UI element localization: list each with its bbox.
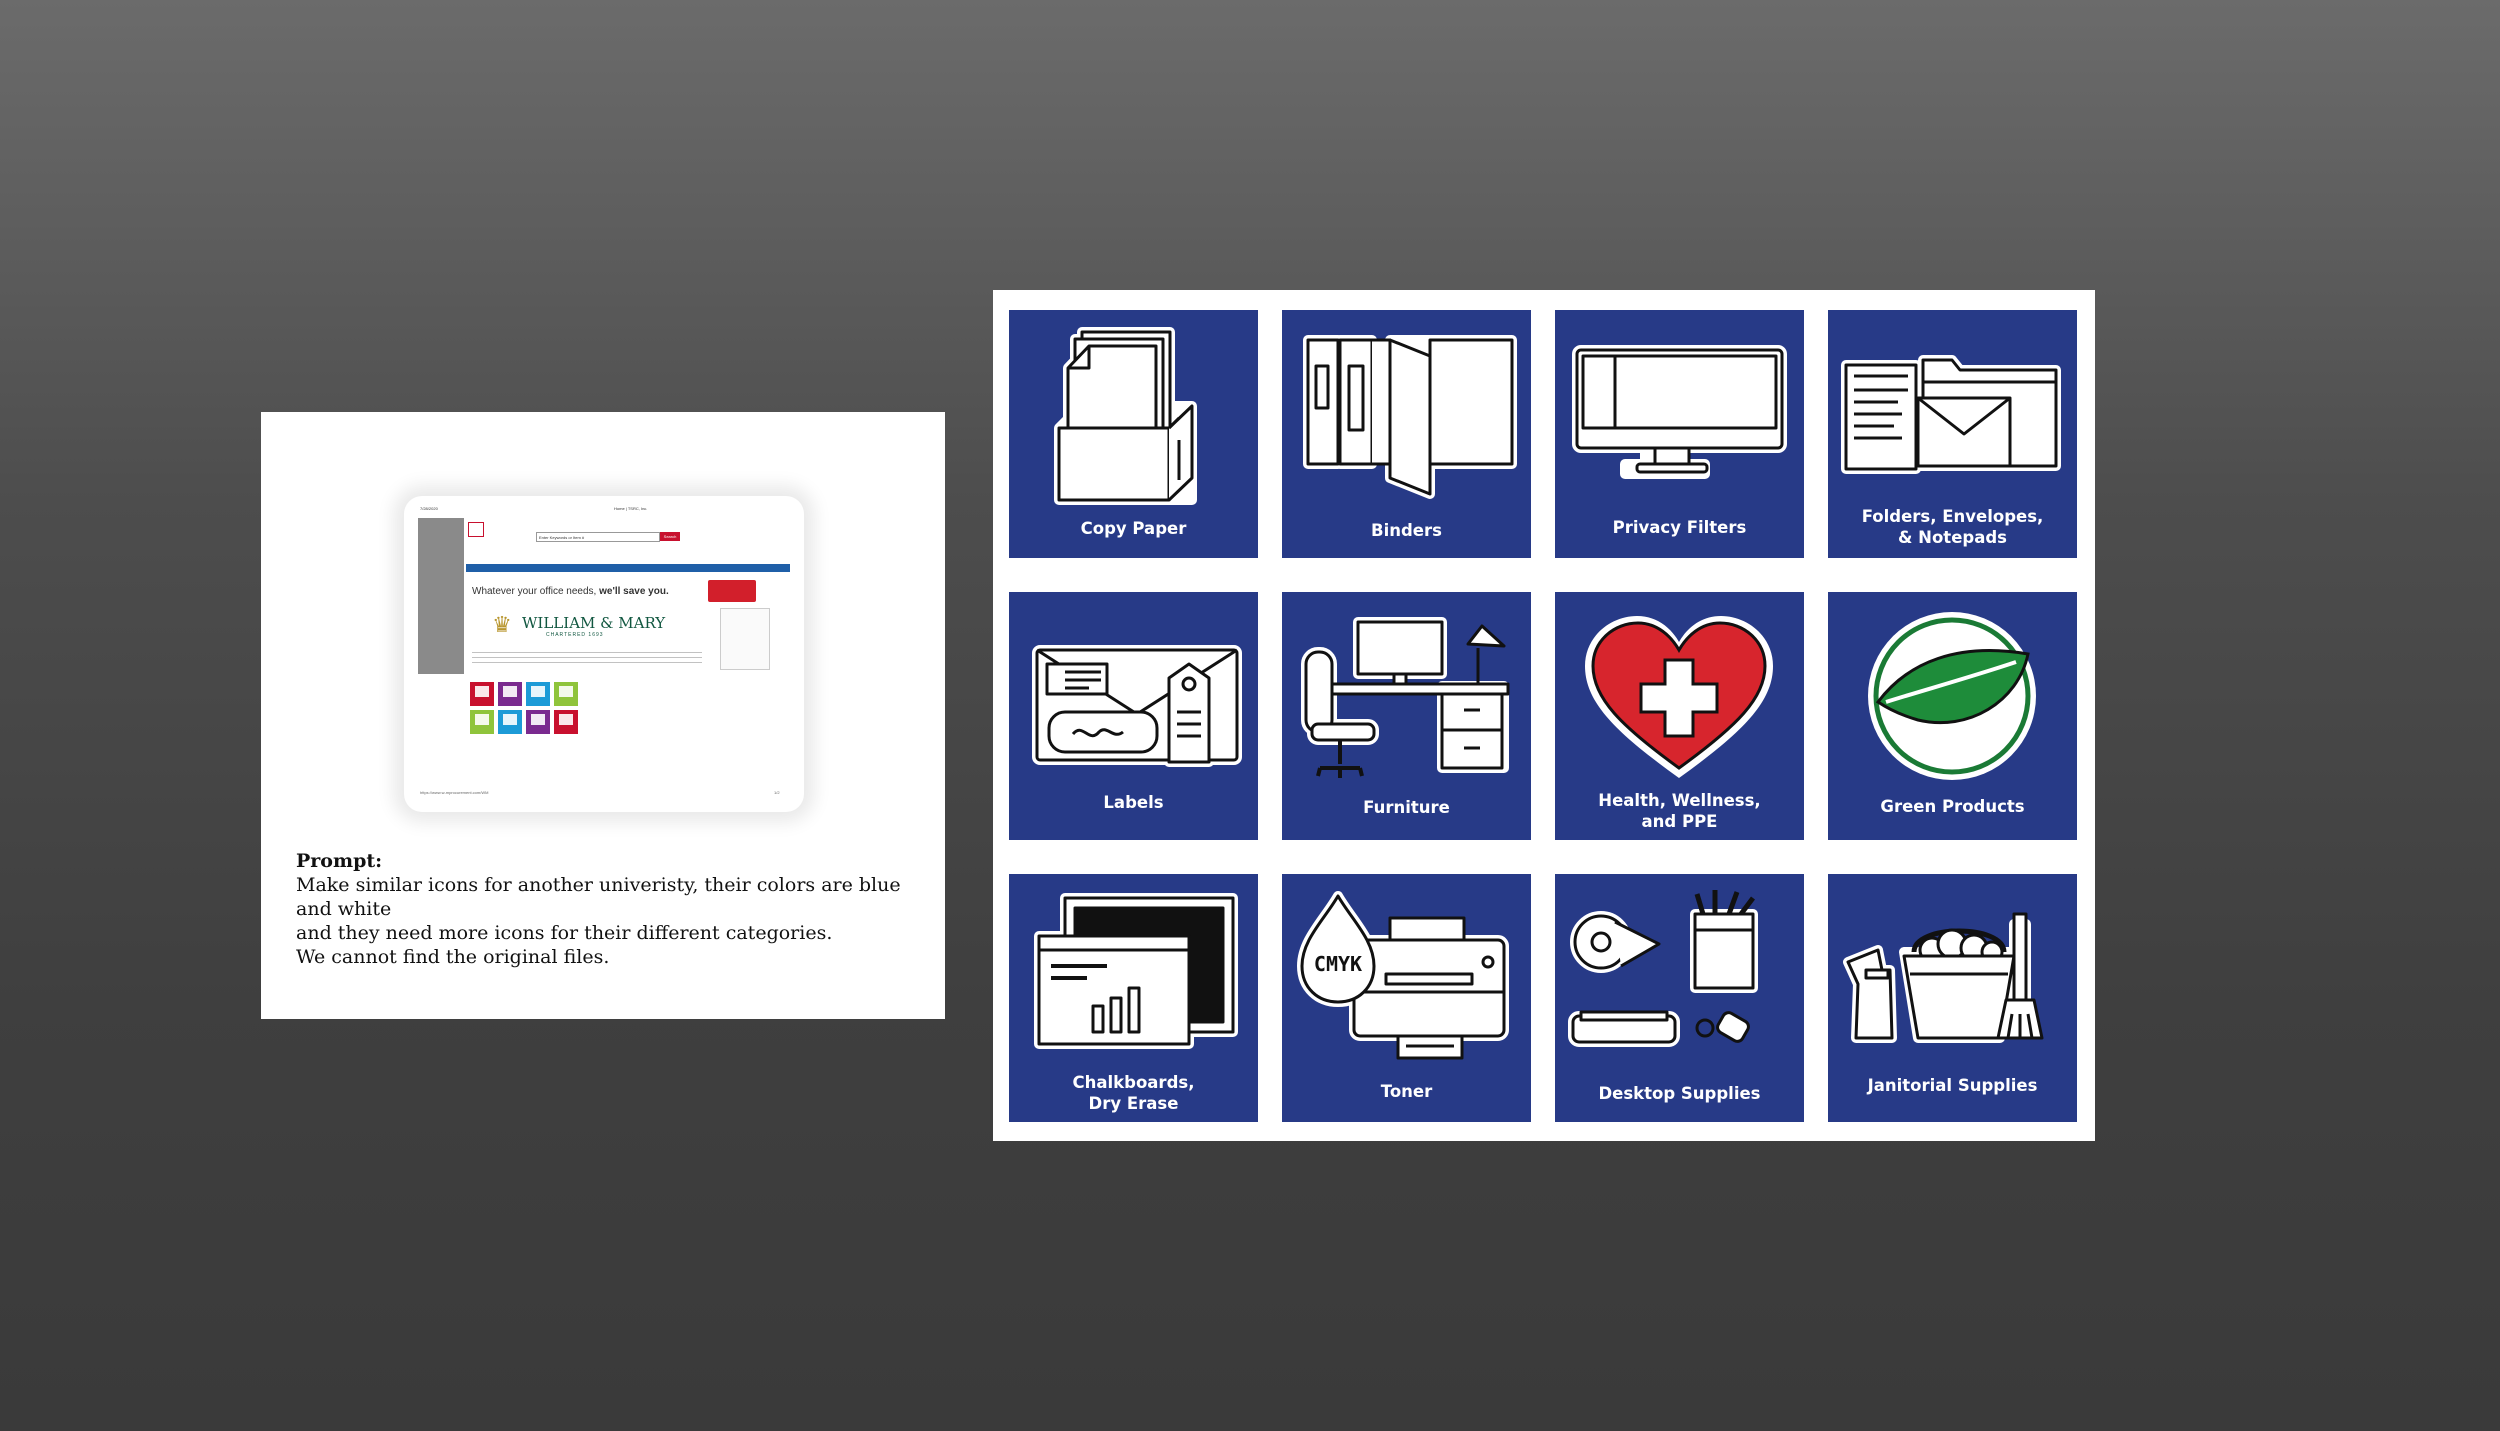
tile-label: Desktop Supplies [1598, 1084, 1761, 1103]
prompt-line: We cannot find the original files. [296, 946, 610, 968]
tile-label: Green Products [1880, 797, 2025, 816]
prompt-title: Prompt: [296, 850, 383, 872]
tile-label: Privacy Filters [1612, 518, 1747, 537]
screenshot-footer-url: https://www.w-mprocurement.com/WM [420, 790, 489, 795]
screenshot-search: Enter Keywords or Item # [536, 532, 660, 542]
icon-grid: Copy Paper Binders Privacy Filters Folde… [993, 290, 2095, 1141]
reference-card: 7/28/2020 Home | TSRC, Inc. Enter Keywor… [261, 412, 945, 1019]
tile-binders: Binders [1282, 310, 1531, 558]
screenshot-title: Home | TSRC, Inc. [614, 506, 648, 511]
screenshot-date: 7/28/2020 [420, 506, 438, 511]
mini-tile [526, 682, 550, 706]
tile-desktop-supplies: Desktop Supplies [1555, 874, 1804, 1122]
mini-tile [554, 710, 578, 734]
reference-screenshot: 7/28/2020 Home | TSRC, Inc. Enter Keywor… [404, 496, 804, 812]
tile-label: Dry Erase [1088, 1094, 1179, 1113]
mini-tile [498, 682, 522, 706]
banner-bold: we'll save you. [599, 586, 669, 597]
reference-webpage: 7/28/2020 Home | TSRC, Inc. Enter Keywor… [418, 504, 790, 798]
tile-label: & Notepads [1898, 528, 2007, 547]
tile-furniture: Furniture [1282, 592, 1531, 840]
tile-label: Chalkboards, [1072, 1073, 1195, 1092]
tile-chalkboards: Chalkboards, Dry Erase [1009, 874, 1258, 1122]
tile-label: and PPE [1641, 812, 1718, 831]
toner-drop-text: CMYK [1314, 952, 1362, 976]
tile-green-products: Green Products [1828, 592, 2077, 840]
mini-tile [470, 710, 494, 734]
tile-label: Health, Wellness, [1598, 791, 1761, 810]
tile-health: Health, Wellness, and PPE [1555, 592, 1804, 840]
tile-label: Copy Paper [1080, 519, 1187, 538]
screenshot-footer-page: 1/2 [774, 790, 780, 795]
screenshot-sidebar [418, 518, 464, 674]
screenshot-logo [468, 522, 484, 537]
prompt-text: Prompt: Make similar icons for another u… [296, 849, 936, 969]
tile-label: Furniture [1363, 798, 1450, 817]
screenshot-sidebox [720, 608, 770, 670]
banner-prefix: Whatever your office needs, [472, 586, 600, 597]
tile-label: Binders [1371, 521, 1442, 540]
tile-labels: Labels [1009, 592, 1258, 840]
university-name: WILLIAM & MARY [522, 614, 666, 632]
mini-tile [554, 682, 578, 706]
tile-privacy-filters: Privacy Filters [1555, 310, 1804, 558]
tile-label: Folders, Envelopes, [1861, 507, 2044, 526]
tile-label: Toner [1380, 1082, 1433, 1101]
university-sub: CHARTERED 1693 [546, 632, 604, 638]
screenshot-paragraph [472, 652, 702, 666]
tile-label: Janitorial Supplies [1867, 1076, 2038, 1095]
tile-toner: CMYK Toner [1282, 874, 1531, 1122]
mini-tile [526, 710, 550, 734]
screenshot-search-placeholder: Enter Keywords or Item # [539, 535, 585, 540]
crest-icon: ♛ [492, 613, 512, 638]
tile-label: Labels [1103, 793, 1164, 812]
prompt-line: Make similar icons for another univerist… [296, 874, 901, 920]
tile-janitorial: Janitorial Supplies [1828, 874, 2077, 1122]
screenshot-nav-bar [466, 564, 790, 572]
prompt-line: and they need more icons for their diffe… [296, 922, 833, 944]
tile-copy-paper: Copy Paper [1009, 310, 1258, 558]
screenshot-truck [708, 580, 756, 602]
mini-tile [498, 710, 522, 734]
screenshot-search-button: Search [660, 532, 680, 541]
screenshot-banner: Whatever your office needs, we'll save y… [472, 586, 669, 597]
tile-folders-envelopes: Folders, Envelopes, & Notepads [1828, 310, 2077, 558]
mini-tile [470, 682, 494, 706]
